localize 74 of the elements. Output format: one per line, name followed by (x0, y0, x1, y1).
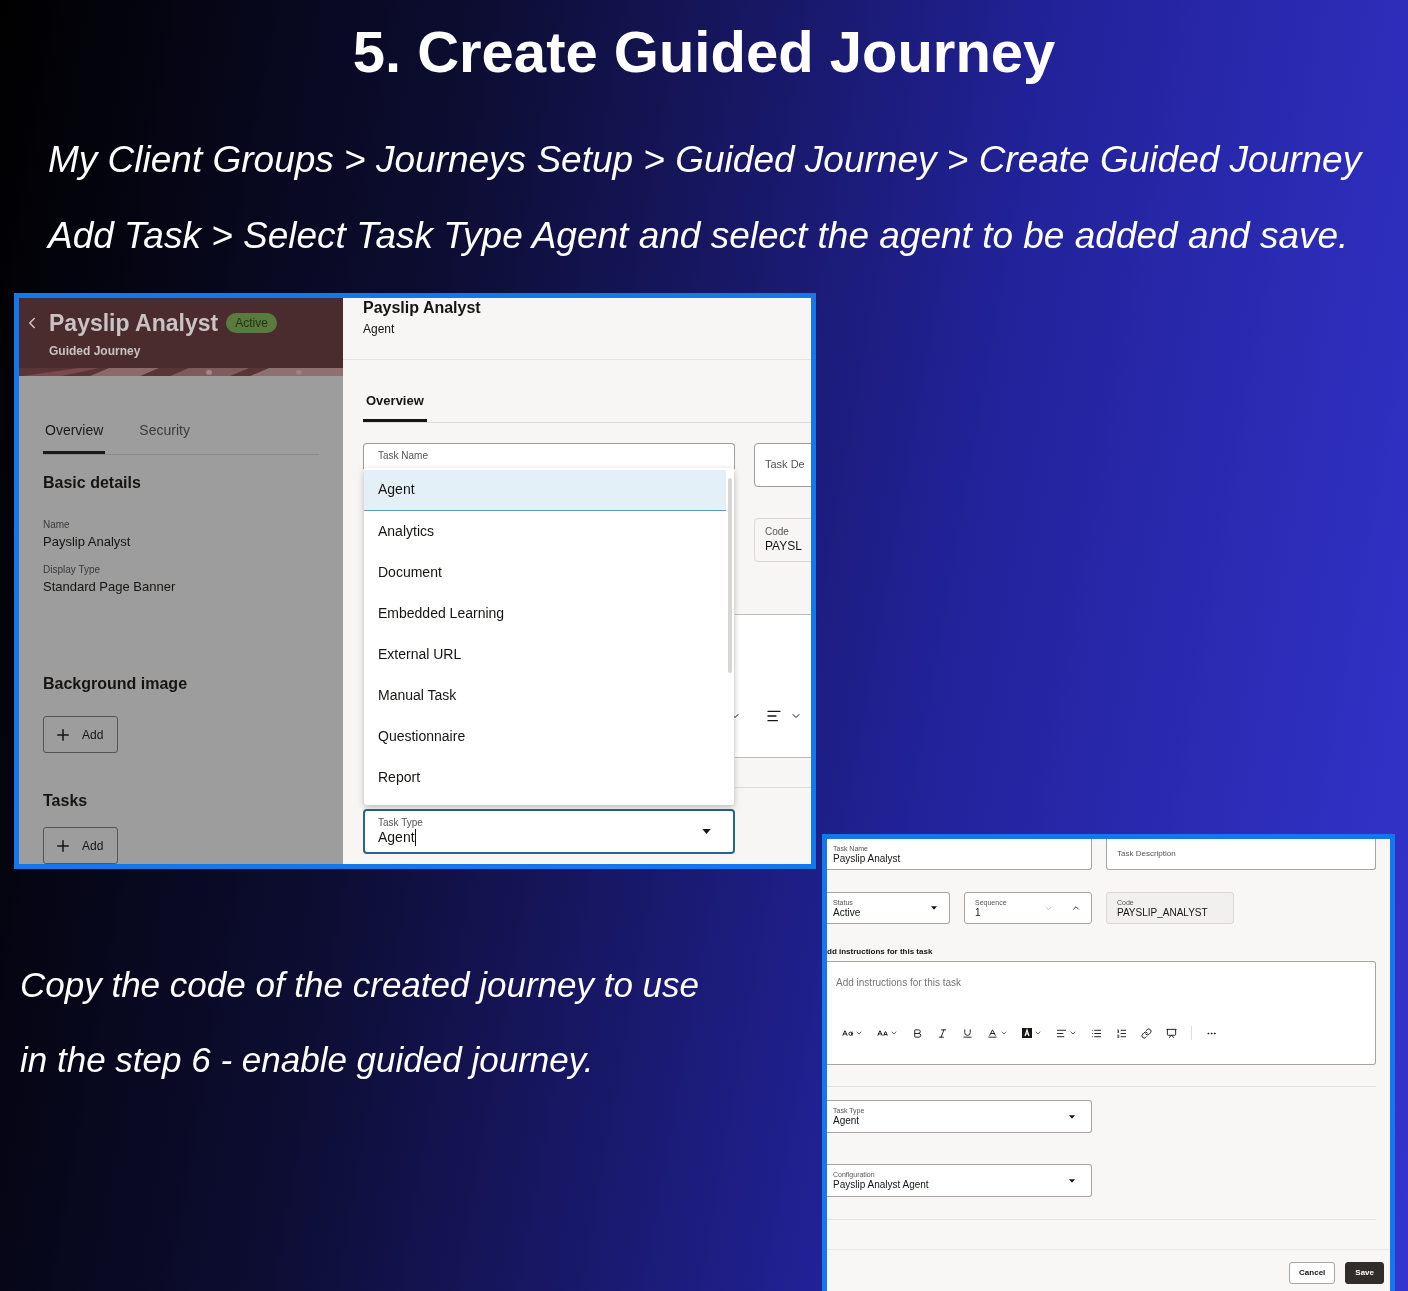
field-value: Payslip Analyst (43, 533, 132, 551)
note-line: in the step 6 - enable guided journey. (20, 1039, 594, 1081)
field-placeholder: Task De (765, 457, 805, 473)
underline-icon[interactable] (962, 1027, 973, 1039)
dropdown-option[interactable]: Document (364, 551, 726, 593)
field-value: Standard Page Banner (43, 577, 177, 596)
instructions-editor[interactable]: Add instructions for this task (827, 961, 1376, 1065)
chevron-down-icon[interactable] (1069, 1029, 1077, 1037)
field-label: dd instructions for this task (827, 947, 934, 957)
field-label: Task Name (378, 450, 429, 461)
dropdown-caret-icon (702, 828, 711, 834)
task-subtitle: Agent (363, 321, 396, 338)
field-placeholder: Task Description (1117, 848, 1176, 860)
numbered-list-icon[interactable] (1116, 1027, 1127, 1039)
task-type-field[interactable]: Task Type Agent (363, 808, 735, 854)
dropdown-option[interactable]: Analytics (364, 510, 726, 552)
field-label: Display Type (43, 562, 102, 577)
bold-icon[interactable] (912, 1027, 923, 1039)
dropdown-caret-icon (1069, 1178, 1075, 1183)
link-icon[interactable] (1141, 1027, 1152, 1039)
field-value: Payslip Analyst Agent (833, 1179, 930, 1191)
text-color-icon[interactable] (987, 1027, 998, 1039)
task-name-field[interactable]: Task Name (363, 442, 735, 469)
journey-subtitle: Guided Journey (49, 343, 142, 360)
task-title: Payslip Analyst (363, 298, 482, 318)
tab[interactable]: Overview (43, 420, 106, 454)
section-heading: Background image (43, 674, 189, 694)
field-label: Name (43, 518, 71, 532)
save-button[interactable]: Save (1345, 1262, 1384, 1284)
cancel-button[interactable]: Cancel (1289, 1262, 1336, 1284)
field-value: Agent (833, 1115, 861, 1127)
chevron-down-icon[interactable] (1034, 1029, 1042, 1037)
task-description-field[interactable]: Task De (754, 442, 811, 487)
dropdown-option[interactable]: Report (364, 756, 726, 798)
field-value: 1 (975, 906, 981, 919)
field-value: Active (833, 906, 862, 919)
dropdown-option[interactable]: Manual Task (364, 674, 726, 716)
tab[interactable]: Overview (363, 391, 427, 422)
field-label: Code (765, 525, 790, 538)
increment-icon[interactable] (1071, 903, 1081, 913)
field-value: Payslip Analyst (833, 852, 902, 865)
field-label: Task Type (378, 816, 424, 829)
add-button[interactable]: Add (43, 716, 118, 753)
status-badge: Active (226, 313, 277, 333)
section-heading: Tasks (43, 791, 89, 811)
dropdown-option[interactable]: Questionnaire (364, 715, 726, 757)
bullet-list-icon[interactable] (1091, 1027, 1102, 1039)
dropdown-caret-icon (931, 906, 937, 910)
dropdown-option[interactable]: External URL (364, 633, 726, 675)
instruction-line: My Client Groups > Journeys Setup > Guided Journey > Create Guided Journey (48, 138, 1362, 182)
italic-icon[interactable] (937, 1027, 948, 1039)
chevron-down-icon[interactable] (855, 1029, 863, 1037)
chevron-down-icon[interactable] (890, 1029, 898, 1037)
page-title: 5. Create Guided Journey (352, 18, 1056, 86)
dropdown-option[interactable]: Embedded Learning (364, 592, 726, 634)
field-value: PAYSLIP_ANALYST (1117, 906, 1209, 919)
font-size-icon[interactable] (877, 1027, 888, 1039)
note-line: Copy the code of the created journey to use (20, 964, 700, 1006)
section-heading: Basic details (43, 473, 142, 493)
task-description-field[interactable]: Task Description (1106, 839, 1376, 870)
highlight-color-icon[interactable] (1022, 1028, 1032, 1038)
chevron-down-icon[interactable] (1000, 1029, 1008, 1037)
embed-icon[interactable] (1166, 1027, 1177, 1039)
align-left-icon[interactable] (1056, 1027, 1067, 1039)
field-value: Agent (378, 828, 416, 846)
add-button[interactable]: Add (43, 827, 118, 864)
instruction-line: Add Task > Select Task Type Agent and select the agent to be added and save. (48, 214, 1349, 258)
field-placeholder: Add instructions for this task (836, 976, 963, 990)
field-value: PAYSL (765, 537, 802, 554)
dropdown-option[interactable]: Agent (364, 469, 726, 511)
dropdown-caret-icon (1069, 1114, 1075, 1119)
journey-title: Payslip Analyst (49, 309, 219, 338)
tab[interactable]: Security (137, 420, 192, 454)
font-family-icon[interactable] (842, 1027, 853, 1039)
